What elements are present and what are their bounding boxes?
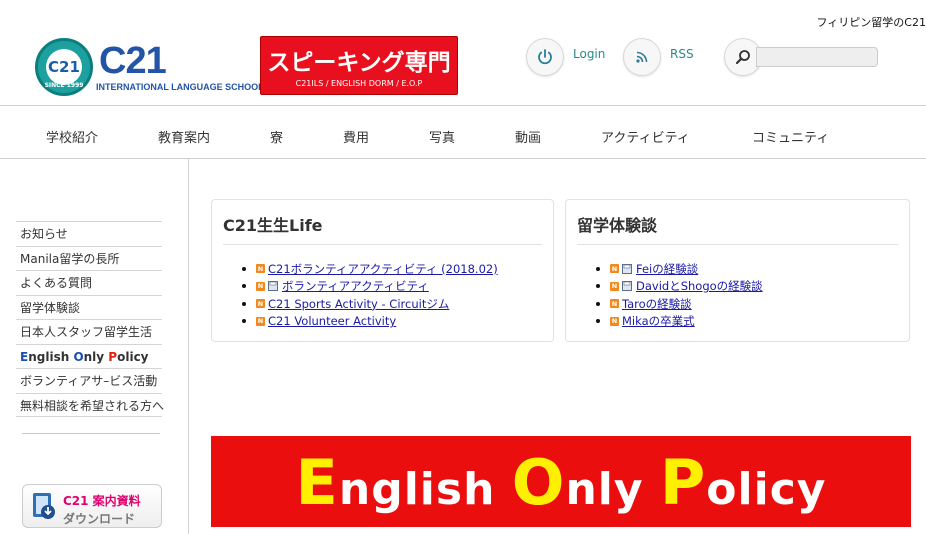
list-item: N C21 Volunteer Activity [242,313,498,331]
nav-activities[interactable]: アクティビティ [601,127,690,146]
new-badge-icon: N [610,316,619,326]
new-badge-icon: N [256,299,265,309]
stories-panel-rule [577,244,898,245]
download-title: C21 案内資料 [63,494,141,508]
life-panel-rule [223,244,542,245]
download-subtitle: ダウンロード [63,512,136,526]
sidebar-separator [22,433,160,434]
bullet [596,284,600,289]
stories-panel: 留学体験談 N Feiの経験談 N DavidとShogoの経験談 N Taro… [565,199,910,342]
power-icon [538,49,552,65]
bullet [242,266,246,271]
nav-videos[interactable]: 動画 [515,127,541,146]
sidebar-item-eop[interactable]: English Only Policy [16,343,162,369]
post-link[interactable]: DavidとShogoの経験談 [636,278,763,294]
rss-icon [636,51,648,63]
bullet [596,319,600,324]
list-item: N C21ボランティアアクティビティ (2018.02) [242,260,498,278]
nav-fees[interactable]: 費用 [343,127,369,146]
search-input[interactable] [756,47,878,67]
login-button[interactable] [526,38,564,76]
nav-photos[interactable]: 写真 [429,127,455,146]
speaking-banner[interactable]: スピーキング専門 C21ILS / ENGLISH DORM / E.O.P [260,36,458,95]
sidebar-item-faq[interactable]: よくある質問 [16,270,162,295]
new-badge-icon: N [610,281,619,291]
download-brochure-button[interactable]: C21 案内資料 ダウンロード [22,484,162,528]
new-badge-icon: N [256,264,265,274]
speaking-banner-title: スピーキング専門 [267,50,451,76]
sidebar-item-stories[interactable]: 留学体験談 [16,294,162,320]
life-panel-title: C21生生Life [223,216,323,235]
post-link[interactable]: ボランティアアクティビティ [282,278,429,294]
list-item: N ボランティアアクティビティ [242,278,498,296]
header-divider [0,105,926,106]
bullet [242,301,246,306]
bullet [242,319,246,324]
nav-dormitory[interactable]: 寮 [270,127,283,146]
logo-badge-ring-text: SINCE 1999 [44,82,84,89]
post-link[interactable]: C21 Sports Activity - Circuitジム [268,296,449,312]
rss-link[interactable]: RSS [670,47,694,61]
post-link[interactable]: Feiの経験談 [636,261,698,277]
list-item: N Mikaの卒業式 [596,313,763,331]
list-item: N Feiの経験談 [596,260,763,278]
stories-panel-title: 留学体験談 [577,216,658,235]
eop-banner[interactable]: English Only Policy [211,436,911,527]
login-link[interactable]: Login [573,47,605,61]
stories-post-list: N Feiの経験談 N DavidとShogoの経験談 N Taroの経験談 N… [596,260,763,330]
file-icon [622,281,632,292]
site-tagline: フィリピン留学のC21 [816,16,926,29]
new-badge-icon: N [610,299,619,309]
nav-divider [0,158,926,159]
sidebar-item-consultation[interactable]: 無料相談を希望される方へ [16,392,164,417]
logo-badge-text: C21 [46,49,82,85]
sidebar-item-volunteer[interactable]: ボランティアサ–ビス活動 [16,368,162,393]
search-icon [735,50,750,65]
eop-banner-text: English Only Policy [295,446,827,519]
bullet [596,266,600,271]
download-book-icon [33,493,55,519]
logo-mark[interactable]: C21 [99,40,167,83]
post-link[interactable]: C21ボランティアアクティビティ (2018.02) [268,261,498,277]
nav-education[interactable]: 教育案内 [158,127,210,146]
post-link[interactable]: C21 Volunteer Activity [268,314,396,328]
new-badge-icon: N [256,316,265,326]
life-post-list: N C21ボランティアアクティビティ (2018.02) N ボランティアアクテ… [242,260,498,330]
list-item: N Taroの経験談 [596,295,763,313]
bullet [596,301,600,306]
new-badge-icon: N [256,281,265,291]
bullet [242,284,246,289]
speaking-banner-subtitle: C21ILS / ENGLISH DORM / E.O.P [295,79,423,88]
file-icon [268,281,278,292]
logo-school-name: INTERNATIONAL LANGUAGE SCHOOL [96,82,264,92]
sidebar-item-news[interactable]: お知らせ [16,221,162,246]
school-logo-badge[interactable]: C21 SINCE 1999 [35,38,93,96]
life-panel: C21生生Life N C21ボランティアアクティビティ (2018.02) N… [211,199,554,342]
post-link[interactable]: Taroの経験談 [622,296,692,312]
file-icon [622,263,632,274]
list-item: N DavidとShogoの経験談 [596,278,763,296]
sidebar-menu: お知らせ Manila留学の長所 よくある質問 留学体験談 日本人スタッフ留学生… [16,221,164,417]
nav-community[interactable]: コミュニティ [752,127,829,146]
list-item: N C21 Sports Activity - Circuitジム [242,295,498,313]
sidebar-divider [188,159,189,534]
new-badge-icon: N [610,264,619,274]
nav-school-intro[interactable]: 学校紹介 [46,127,98,146]
sidebar-item-staff-life[interactable]: 日本人スタッフ留学生活 [16,319,162,344]
rss-button[interactable] [623,38,661,76]
sidebar-item-manila-merits[interactable]: Manila留学の長所 [16,245,162,271]
post-link[interactable]: Mikaの卒業式 [622,313,695,329]
